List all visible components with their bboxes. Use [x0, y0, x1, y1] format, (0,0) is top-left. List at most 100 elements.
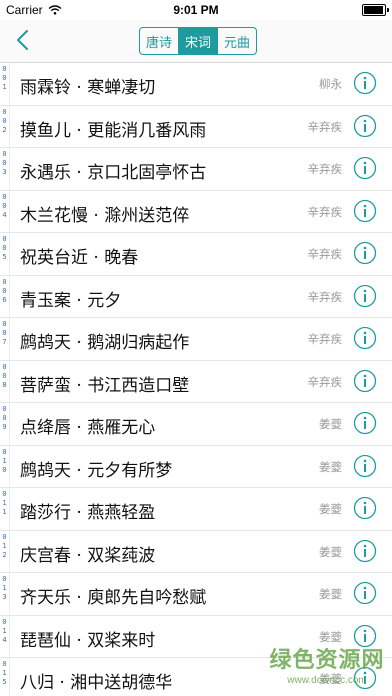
list-item[interactable]: 0 0 7 鹧鸪天 · 鹅湖归病起作 辛弃疾 [0, 318, 392, 361]
info-button[interactable] [353, 411, 377, 435]
row-index: 013 [1, 575, 8, 602]
row-index-digit: 3 [2, 593, 7, 601]
list-item[interactable]: 0 0 9 点绛唇 · 燕雁无心 姜夔 [0, 403, 392, 446]
row-index-digit: 0 [2, 414, 7, 422]
wifi-icon [48, 5, 62, 15]
poem-author: 姜夔 [319, 502, 342, 516]
row-index-digit: 0 [2, 235, 7, 243]
carrier-label: Carrier [6, 3, 43, 17]
row-index: 012 [1, 533, 8, 560]
info-button[interactable] [353, 326, 377, 350]
row-index-digit: 5 [2, 253, 7, 261]
info-circle-icon [353, 199, 377, 222]
info-button[interactable] [353, 539, 377, 563]
row-index-digit: 0 [2, 277, 7, 286]
poem-title: 点绛唇 · 燕雁无心 [20, 418, 156, 438]
row-index-digit: 4 [2, 210, 7, 219]
row-index-digit: 0 [2, 362, 7, 371]
watermark-url: www.downcc.com [287, 675, 367, 686]
row-index-digit: 0 [2, 660, 7, 668]
row-index-digit: 0 [2, 405, 7, 413]
row-index: 003 [1, 150, 8, 177]
info-circle-icon [353, 624, 377, 647]
info-circle-icon [353, 411, 377, 435]
list-item[interactable]: 0 0 8 菩萨蛮 · 书江西造口壁 辛弃疾 [0, 361, 392, 403]
row-index-digit: 1 [2, 508, 7, 516]
row-index-digit: 2 [2, 125, 7, 134]
row-index: 015 [1, 660, 8, 687]
poem-author: 柳永 [319, 77, 342, 91]
row-index: 004 [1, 193, 8, 220]
row-index-digit: 0 [2, 244, 7, 252]
status-bar: Carrier 9:01 PM [0, 0, 392, 20]
poem-title: 永遇乐 · 京口北固亭怀古 [20, 163, 207, 183]
info-circle-icon [353, 539, 377, 562]
row-index-digit: 8 [2, 380, 7, 389]
info-button[interactable] [353, 71, 377, 95]
tab-tang-poetry[interactable]: 唐诗 [140, 28, 179, 54]
info-circle-icon [353, 496, 377, 520]
row-index-digit: 0 [2, 320, 7, 328]
category-segmented-control: 唐诗 宋词 元曲 [139, 27, 257, 55]
status-right [362, 4, 392, 16]
info-button[interactable] [353, 199, 377, 223]
poem-list: 0 0 1 雨霖铃 · 寒蝉凄切 柳永 0 0 2 摸鱼儿 · 更能消几番风雨 辛弃疾 0 0 3 永遇乐… [0, 63, 392, 696]
tab-yuan-qu[interactable]: 元曲 [218, 28, 256, 54]
row-index-digit: 0 [2, 532, 7, 541]
info-circle-icon [353, 581, 377, 605]
poem-author: 姜夔 [319, 587, 342, 601]
poem-title: 祝英台近 · 晚春 [20, 248, 139, 268]
list-item[interactable]: 0 1 1 踏莎行 · 燕燕轻盈 姜夔 [0, 488, 392, 531]
list-item[interactable]: 0 0 5 祝英台近 · 晚春 辛弃疾 [0, 233, 392, 276]
battery-level [364, 6, 383, 14]
info-button[interactable] [353, 581, 377, 605]
back-button[interactable] [12, 28, 36, 52]
list-item[interactable]: 0 0 2 摸鱼儿 · 更能消几番风雨 辛弃疾 [0, 106, 392, 148]
poem-title: 琵琶仙 · 双桨来时 [20, 630, 156, 651]
row-index: 009 [1, 405, 8, 432]
row-index-digit: 1 [2, 83, 7, 91]
list-item[interactable]: 0 0 6 青玉案 · 元夕 辛弃疾 [0, 276, 392, 318]
info-circle-icon [353, 454, 377, 477]
row-index-digit: 0 [2, 490, 7, 498]
info-button[interactable] [353, 241, 377, 265]
list-item[interactable]: 0 1 3 齐天乐 · 庾郎先自吟愁赋 姜夔 [0, 573, 392, 616]
row-index-digit: 9 [2, 423, 7, 431]
info-button[interactable] [353, 454, 377, 478]
info-button[interactable] [353, 114, 377, 138]
info-button[interactable] [353, 156, 377, 180]
list-item[interactable]: 0 0 4 木兰花慢 · 滁州送范倅 辛弃疾 [0, 191, 392, 233]
poem-title: 雨霖铃 · 寒蝉凄切 [20, 78, 156, 98]
info-button[interactable] [353, 496, 377, 520]
info-circle-icon [353, 326, 377, 350]
row-index: 001 [1, 65, 8, 92]
info-button[interactable] [353, 369, 377, 393]
list-item[interactable]: 0 1 2 庆宫春 · 双桨莼波 姜夔 [0, 531, 392, 573]
row-index-digit: 1 [2, 669, 7, 677]
row-index-digit: 0 [2, 150, 7, 158]
row-index-digit: 3 [2, 168, 7, 176]
row-index: 007 [1, 320, 8, 347]
info-circle-icon [353, 114, 377, 137]
info-button[interactable] [353, 624, 377, 648]
row-index: 011 [1, 490, 8, 517]
row-index: 014 [1, 618, 8, 645]
row-index-digit: 0 [2, 192, 7, 201]
info-button[interactable] [353, 284, 377, 308]
info-circle-icon [353, 369, 377, 392]
poem-author: 辛弃疾 [307, 119, 343, 134]
poem-author: 辛弃疾 [307, 247, 343, 261]
list-item[interactable]: 0 0 1 雨霖铃 · 寒蝉凄切 柳永 [0, 63, 392, 106]
poem-author: 姜夔 [319, 629, 342, 644]
list-item[interactable]: 0 1 0 鹧鸪天 · 元夕有所梦 姜夔 [0, 446, 392, 488]
row-index-digit: 0 [2, 107, 7, 116]
list-item[interactable]: 0 0 3 永遇乐 · 京口北固亭怀古 辛弃疾 [0, 148, 392, 191]
row-index-digit: 0 [2, 575, 7, 583]
chevron-left-icon [17, 30, 28, 50]
row-index-digit: 0 [2, 465, 7, 474]
tab-song-ci[interactable]: 宋词 [179, 28, 218, 54]
watermark: 绿色资源网 www.downcc.com [268, 648, 386, 692]
row-index-digit: 0 [2, 447, 7, 456]
row-index-digit: 1 [2, 626, 7, 635]
row-index-digit: 6 [2, 295, 7, 304]
